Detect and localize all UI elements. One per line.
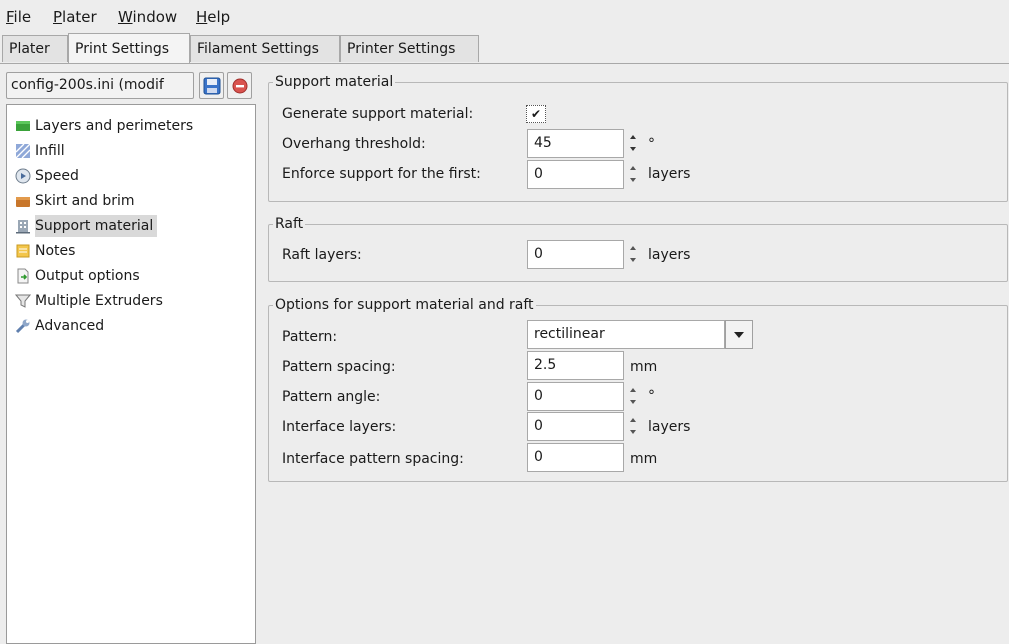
enforce-support-label: Enforce support for the first: [282, 166, 481, 182]
tab-printer-settings[interactable]: Printer Settings [340, 35, 479, 62]
tree-item-label: Support material [35, 218, 154, 234]
raft-spin-icon[interactable] [628, 242, 638, 266]
tree-item-label: Advanced [35, 318, 105, 334]
group-title: Options for support material and raft [273, 296, 536, 314]
tree-item-layers[interactable]: Layers and perimeters [16, 115, 197, 137]
overhang-unit: ° [648, 136, 655, 152]
output-icon [17, 268, 29, 284]
menu-file[interactable]: File [6, 8, 31, 26]
pattern-select[interactable]: rectilinear [527, 320, 725, 349]
interface-layers-label: Interface layers: [282, 419, 397, 435]
tab-plater[interactable]: Plater [2, 35, 68, 62]
delete-icon [232, 78, 247, 93]
tab-print-settings[interactable]: Print Settings [68, 33, 190, 64]
pattern-angle-input[interactable]: 0 [527, 382, 624, 411]
tree-item-multiple-extruders[interactable]: Multiple Extruders [15, 290, 167, 312]
wrench-icon [15, 319, 30, 334]
raft-layers-unit: layers [648, 247, 691, 263]
tree-item-speed[interactable]: Speed [15, 165, 83, 187]
menu-plater[interactable]: Plater [53, 8, 97, 26]
menu-window[interactable]: Window [118, 8, 177, 26]
infill-icon [15, 143, 31, 159]
group-title: Support material [273, 73, 396, 91]
pattern-angle-unit: ° [648, 388, 655, 404]
tree-item-label: Infill [35, 143, 65, 159]
interface-spacing-label: Interface pattern spacing: [282, 451, 464, 467]
group-support-material: Support material Generate support materi… [268, 73, 1008, 202]
tree-item-skirt-brim[interactable]: Skirt and brim [16, 190, 139, 212]
tree-item-support-material[interactable]: Support material [16, 215, 158, 237]
tree-item-label: Skirt and brim [35, 193, 135, 209]
tree-item-label: Layers and perimeters [35, 118, 194, 134]
angle-spin-icon[interactable] [628, 384, 638, 408]
tree-item-label: Notes [35, 243, 76, 259]
tree-item-advanced[interactable]: Advanced [15, 315, 108, 337]
skirt-brim-icon [16, 197, 30, 207]
enforce-unit: layers [648, 166, 691, 182]
speed-icon [15, 168, 31, 184]
chevron-down-icon [734, 331, 744, 338]
preset-select[interactable]: config-200s.ini (modif [6, 72, 194, 99]
generate-support-label: Generate support material: [282, 106, 474, 122]
save-icon [203, 77, 220, 94]
raft-layers-label: Raft layers: [282, 247, 362, 263]
overhang-threshold-input[interactable]: 45 [527, 129, 624, 158]
delete-preset-button[interactable] [227, 72, 252, 99]
overhang-spin-icon[interactable] [628, 131, 638, 155]
pattern-spacing-label: Pattern spacing: [282, 359, 396, 375]
enforce-support-input[interactable]: 0 [527, 160, 624, 189]
tree-item-notes[interactable]: Notes [16, 240, 79, 262]
tree-item-label: Multiple Extruders [35, 293, 163, 309]
pattern-spacing-input[interactable]: 2.5 [527, 351, 624, 380]
interface-layers-input[interactable]: 0 [527, 412, 624, 441]
interface-spacing-unit: mm [630, 451, 658, 467]
interface-spacing-input[interactable]: 0 [527, 443, 624, 472]
tree-item-label: Output options [35, 268, 140, 284]
notes-icon [16, 244, 30, 258]
group-support-options: Options for support material and raft Pa… [268, 296, 1008, 482]
tab-divider [0, 63, 1009, 64]
interface-layers-unit: layers [648, 419, 691, 435]
pattern-label: Pattern: [282, 329, 338, 345]
tree-item-label: Speed [35, 168, 79, 184]
menu-bar: File Plater Window Help [0, 0, 1009, 33]
pattern-dropdown-button[interactable] [725, 320, 753, 349]
raft-layers-input[interactable]: 0 [527, 240, 624, 269]
group-title: Raft [273, 215, 306, 233]
generate-support-checkbox[interactable]: ✔ [526, 105, 546, 123]
pattern-angle-label: Pattern angle: [282, 389, 381, 405]
settings-tree: Layers and perimeters Infill Speed Skirt… [6, 104, 256, 644]
tree-item-output-options[interactable]: Output options [17, 265, 144, 287]
support-icon [16, 220, 30, 234]
group-raft: Raft Raft layers: 0 layers [268, 215, 1008, 282]
menu-help[interactable]: Help [196, 8, 230, 26]
tree-item-infill[interactable]: Infill [15, 140, 69, 162]
layers-icon [16, 121, 30, 131]
tab-strip: Plater Print Settings Filament Settings … [0, 33, 1009, 64]
overhang-threshold-label: Overhang threshold: [282, 136, 426, 152]
tab-filament-settings[interactable]: Filament Settings [190, 35, 340, 62]
pattern-spacing-unit: mm [630, 359, 658, 375]
funnel-icon [15, 294, 31, 308]
interface-spin-icon[interactable] [628, 414, 638, 438]
enforce-spin-icon[interactable] [628, 162, 638, 186]
save-preset-button[interactable] [199, 72, 224, 99]
